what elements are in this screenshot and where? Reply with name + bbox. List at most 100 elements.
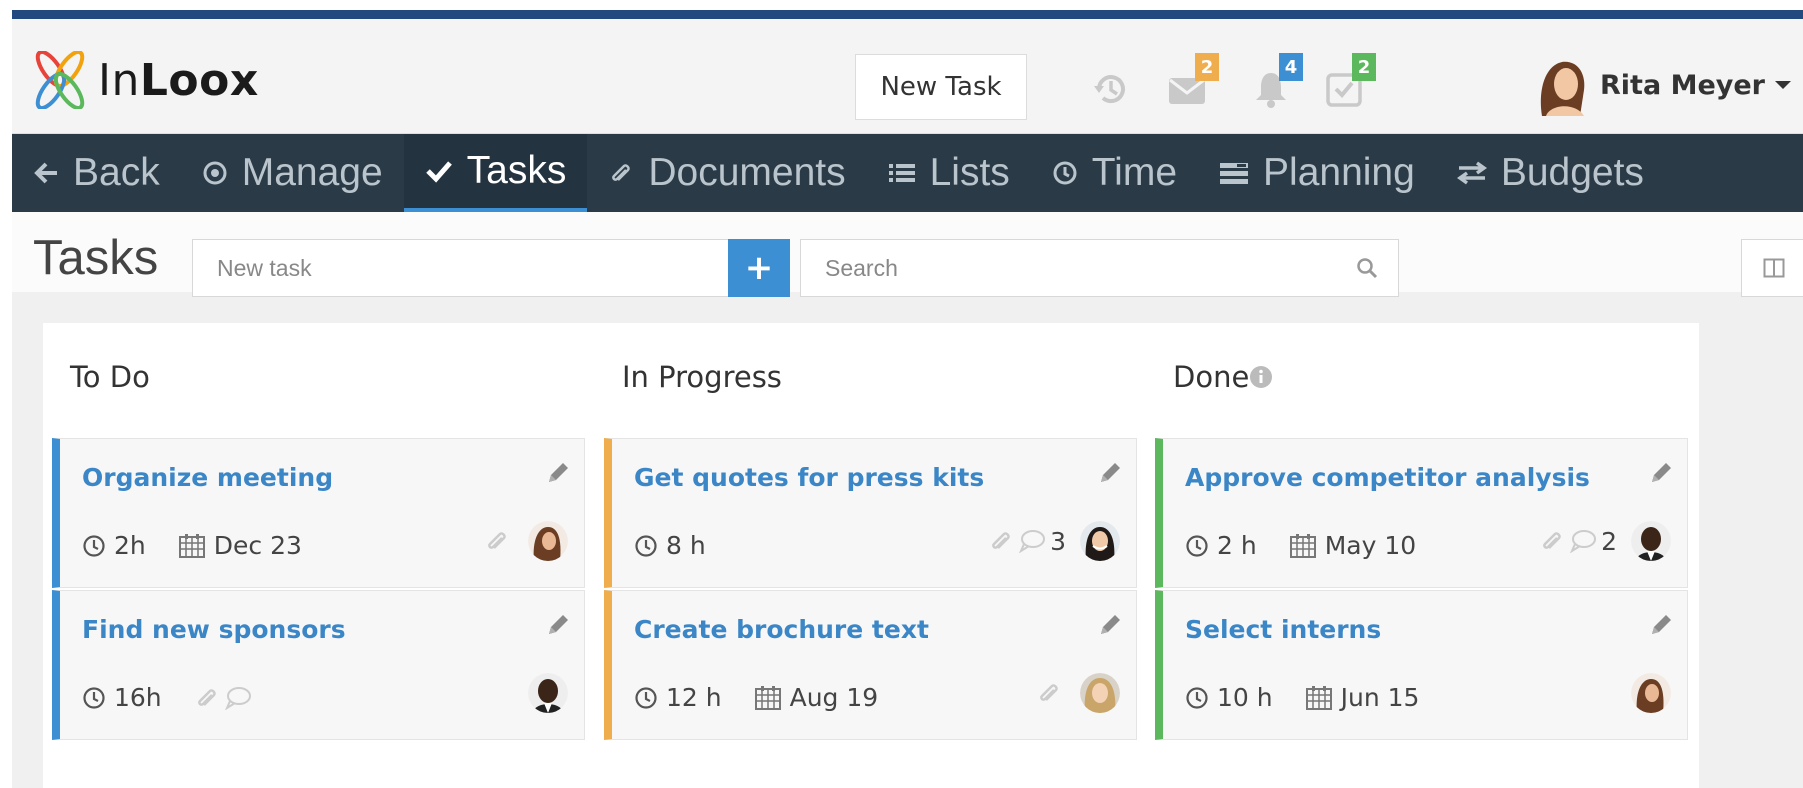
task-meta: 16h bbox=[82, 683, 256, 712]
task-title[interactable]: Create brochure text bbox=[634, 615, 929, 644]
search-button[interactable] bbox=[1335, 239, 1399, 297]
task-title[interactable]: Get quotes for press kits bbox=[634, 463, 984, 492]
task-extras: 3 bbox=[988, 521, 1120, 561]
clock-icon bbox=[1052, 160, 1078, 186]
calendar-icon bbox=[1305, 685, 1333, 711]
approvals-inbox-icon[interactable]: 2 bbox=[1324, 53, 1376, 109]
task-extras: 2 bbox=[1539, 521, 1671, 561]
nav-time-label: Time bbox=[1091, 151, 1178, 194]
header: InLoox New Task 2 4 2 Rita Meyer bbox=[12, 19, 1803, 134]
nav-lists-label: Lists bbox=[929, 151, 1010, 194]
nav-time[interactable]: Time bbox=[1031, 134, 1198, 212]
new-task-button[interactable]: New Task bbox=[855, 54, 1027, 120]
clock-icon bbox=[634, 686, 658, 710]
nav-back-label: Back bbox=[73, 151, 160, 194]
info-icon[interactable] bbox=[1249, 365, 1273, 389]
paperclip-icon bbox=[608, 160, 634, 186]
calendar-icon bbox=[178, 533, 206, 559]
exchange-icon bbox=[1456, 160, 1487, 186]
task-card[interactable]: Get quotes for press kits 8 h 3 bbox=[604, 438, 1137, 588]
task-title[interactable]: Select interns bbox=[1185, 615, 1381, 644]
clock-icon bbox=[82, 534, 106, 558]
page-title: Tasks bbox=[33, 231, 159, 285]
columns-icon bbox=[1763, 258, 1784, 278]
mail-icon[interactable]: 2 bbox=[1167, 53, 1219, 109]
clock-icon bbox=[1185, 534, 1209, 558]
user-avatar bbox=[1540, 61, 1585, 116]
add-task-button[interactable]: + bbox=[728, 239, 790, 297]
nav-lists[interactable]: Lists bbox=[867, 134, 1031, 212]
inloox-logo[interactable]: InLoox bbox=[34, 51, 259, 109]
task-title[interactable]: Find new sponsors bbox=[82, 615, 346, 644]
comment-count: 3 bbox=[1050, 526, 1066, 556]
pencil-icon[interactable] bbox=[1096, 611, 1124, 643]
nav-manage[interactable]: Manage bbox=[181, 134, 404, 212]
comment-icon bbox=[1569, 529, 1597, 553]
task-card[interactable]: Approve competitor analysis 2 h May 10 2 bbox=[1155, 438, 1688, 588]
task-title[interactable]: Approve competitor analysis bbox=[1185, 463, 1590, 492]
check-icon bbox=[425, 158, 453, 184]
task-card[interactable]: Create brochure text 12 h Aug 19 bbox=[604, 590, 1137, 740]
task-meta: 12 h Aug 19 bbox=[634, 683, 878, 712]
nav-manage-label: Manage bbox=[241, 151, 383, 194]
task-card[interactable]: Organize meeting 2h Dec 23 bbox=[52, 438, 585, 588]
assignee-avatar[interactable] bbox=[1080, 673, 1120, 713]
assignee-avatar[interactable] bbox=[1631, 673, 1671, 713]
mail-badge: 2 bbox=[1195, 53, 1219, 81]
paperclip-icon bbox=[1539, 528, 1565, 554]
task-card[interactable]: Select interns 10 h Jun 15 bbox=[1155, 590, 1688, 740]
task-meta: 8 h bbox=[634, 531, 706, 560]
task-due-date: Aug 19 bbox=[789, 683, 879, 712]
search-icon bbox=[1356, 258, 1377, 279]
paperclip-icon bbox=[988, 528, 1014, 554]
task-due-date: May 10 bbox=[1324, 531, 1417, 560]
user-name: Rita Meyer bbox=[1600, 69, 1765, 101]
assignee-avatar[interactable] bbox=[1631, 521, 1671, 561]
nav-budgets[interactable]: Budgets bbox=[1436, 134, 1665, 212]
comment-count: 2 bbox=[1601, 526, 1617, 556]
comment-icon bbox=[1018, 529, 1046, 553]
pencil-icon[interactable] bbox=[1096, 459, 1124, 491]
task-meta: 10 h Jun 15 bbox=[1185, 683, 1419, 712]
task-duration: 16h bbox=[114, 683, 162, 712]
task-extras bbox=[514, 673, 568, 713]
pencil-icon[interactable] bbox=[1647, 459, 1675, 491]
column-todo: To Do Organize meeting 2h Dec 23 Find ne… bbox=[43, 323, 596, 788]
task-extras bbox=[1036, 673, 1120, 713]
history-icon[interactable] bbox=[1091, 69, 1131, 109]
nav-tasks[interactable]: Tasks bbox=[403, 134, 588, 212]
task-extras bbox=[484, 521, 568, 561]
task-title[interactable]: Organize meeting bbox=[82, 463, 333, 492]
nav-planning-label: Planning bbox=[1263, 151, 1415, 194]
assignee-avatar[interactable] bbox=[528, 521, 568, 561]
nav-documents-label: Documents bbox=[648, 151, 846, 194]
paperclip-icon bbox=[484, 528, 510, 554]
search-input[interactable] bbox=[800, 239, 1336, 297]
task-duration: 10 h bbox=[1217, 683, 1273, 712]
user-menu[interactable]: Rita Meyer bbox=[1536, 54, 1791, 116]
column-done: Done Approve competitor analysis 2 h May… bbox=[1146, 323, 1699, 788]
notifications-badge: 4 bbox=[1279, 53, 1303, 81]
notifications-bell-icon[interactable]: 4 bbox=[1251, 53, 1303, 109]
column-layout-button[interactable] bbox=[1741, 239, 1803, 297]
assignee-avatar[interactable] bbox=[1080, 521, 1120, 561]
new-task-input[interactable] bbox=[192, 239, 739, 297]
comment-icon bbox=[224, 686, 252, 710]
list-icon bbox=[888, 160, 916, 186]
top-accent-bar bbox=[12, 10, 1803, 19]
pencil-icon[interactable] bbox=[544, 611, 572, 643]
nav-planning[interactable]: Planning bbox=[1198, 134, 1436, 212]
calendar-icon bbox=[1289, 533, 1317, 559]
task-meta: 2 h May 10 bbox=[1185, 531, 1416, 560]
arrow-left-icon bbox=[33, 160, 59, 186]
pencil-icon[interactable] bbox=[544, 459, 572, 491]
task-due-date: Dec 23 bbox=[213, 531, 302, 560]
inloox-logo-icon bbox=[35, 51, 85, 109]
assignee-avatar[interactable] bbox=[528, 673, 568, 713]
nav-tasks-label: Tasks bbox=[466, 149, 567, 192]
pencil-icon[interactable] bbox=[1647, 611, 1675, 643]
approvals-badge: 2 bbox=[1352, 53, 1376, 81]
task-card[interactable]: Find new sponsors 16h bbox=[52, 590, 585, 740]
nav-back[interactable]: Back bbox=[12, 134, 181, 212]
nav-documents[interactable]: Documents bbox=[587, 134, 866, 212]
